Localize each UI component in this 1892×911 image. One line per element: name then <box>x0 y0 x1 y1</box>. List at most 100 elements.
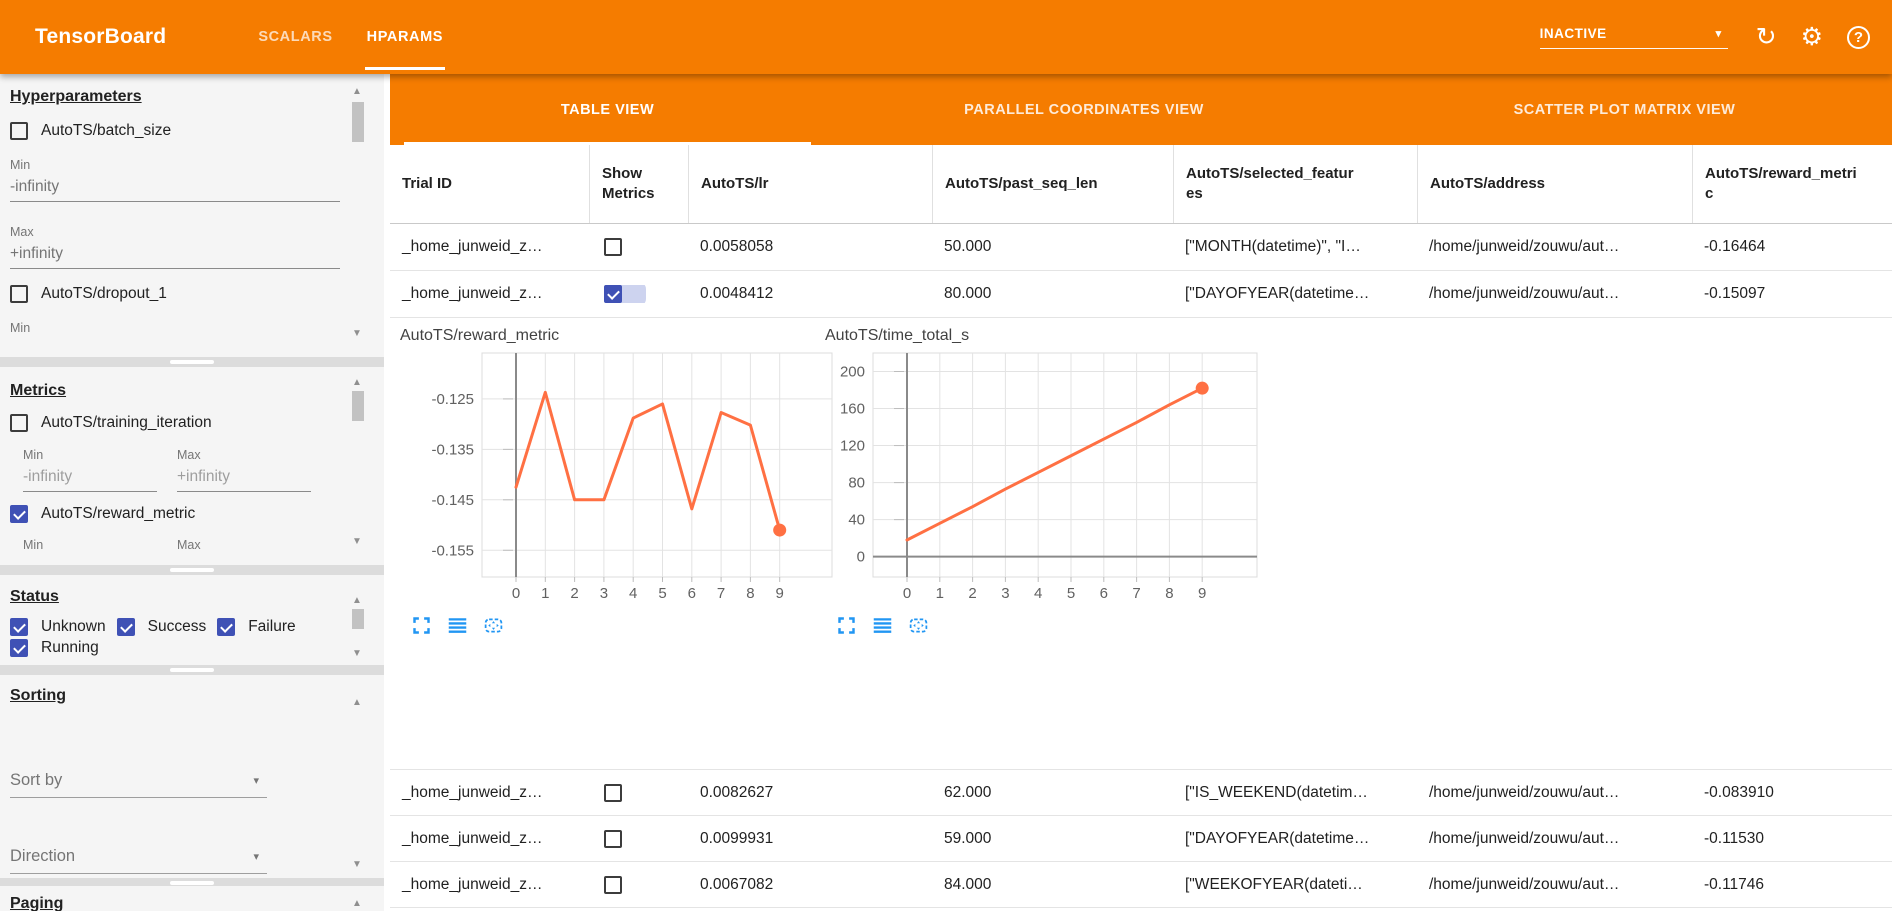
panel-resize-divider[interactable] <box>0 565 384 575</box>
dropdown-caret-icon: ▾ <box>253 850 259 863</box>
cell-trial-id: _home_junweid_z… <box>390 876 589 894</box>
panel-resize-divider[interactable] <box>0 878 384 886</box>
cell-selected-features: ["WEEKOFYEAR(dateti… <box>1173 876 1417 894</box>
svg-text:7: 7 <box>717 585 725 602</box>
min-input[interactable]: -infinity <box>23 468 157 492</box>
help-icon[interactable]: ? <box>1847 26 1870 49</box>
checkbox[interactable] <box>10 639 28 657</box>
col-header-address[interactable]: AutoTS/address <box>1417 145 1692 223</box>
section-scrollbar: ▲ ▼ <box>350 74 366 357</box>
checkbox[interactable] <box>217 618 235 636</box>
svg-text:5: 5 <box>1067 585 1075 602</box>
settings-gear-icon[interactable]: ⚙ <box>1801 25 1823 50</box>
fullscreen-icon[interactable] <box>411 615 432 636</box>
show-metrics-checkbox[interactable] <box>604 784 622 802</box>
scroll-thumb[interactable] <box>352 391 364 421</box>
section-sorting: Sorting Sort by ▾ Direction ▾ ▲ ▼ <box>0 675 384 878</box>
show-metrics-checkbox[interactable] <box>604 285 622 303</box>
show-metrics-cell <box>589 830 688 848</box>
run-status-dropdown[interactable]: INACTIVE ▾ <box>1540 26 1728 49</box>
svg-text:3: 3 <box>1001 585 1009 602</box>
scroll-down-icon[interactable]: ▼ <box>352 328 362 339</box>
panel-resize-divider[interactable] <box>0 357 384 367</box>
svg-text:3: 3 <box>600 585 608 602</box>
hyperparameters-heading: Hyperparameters <box>10 88 384 106</box>
tab-hparams[interactable]: HPARAMS <box>350 0 460 74</box>
show-metrics-checkbox[interactable] <box>604 830 622 848</box>
panel-resize-divider[interactable] <box>0 665 384 675</box>
line-chart-svg[interactable]: 200160120804000123456789 <box>815 349 1263 603</box>
cell-lr: 0.0082627 <box>688 784 932 802</box>
scroll-up-icon[interactable]: ▲ <box>352 697 362 708</box>
chart-controls <box>815 615 1270 636</box>
tab-table-view[interactable]: TABLE VIEW <box>404 74 811 145</box>
cell-address: /home/junweid/zouwu/aut… <box>1417 238 1692 256</box>
show-metrics-checkbox[interactable] <box>604 876 622 894</box>
cell-reward-metric: -0.15097 <box>1692 285 1892 303</box>
max-input[interactable]: +infinity <box>10 245 340 269</box>
cell-past-seq-len: 50.000 <box>932 238 1173 256</box>
toolbar-right: INACTIVE ▾ ↻ ⚙ ? <box>1540 25 1882 50</box>
refresh-icon[interactable]: ↻ <box>1756 25 1777 50</box>
show-metrics-checkbox[interactable] <box>604 238 622 256</box>
log-axis-lines-icon[interactable] <box>447 615 468 636</box>
col-header-selected-features[interactable]: AutoTS/selected_features <box>1173 145 1417 223</box>
show-metrics-cell <box>589 285 688 303</box>
cell-lr: 0.0058058 <box>688 238 932 256</box>
cell-trial-id: _home_junweid_z… <box>390 238 589 256</box>
log-axis-lines-icon[interactable] <box>872 615 893 636</box>
chart-plot-area[interactable]: -0.125-0.135-0.145-0.1550123456789 <box>390 349 845 608</box>
sort-by-dropdown[interactable]: Sort by ▾ <box>10 771 267 798</box>
reset-zoom-icon[interactable] <box>908 615 929 636</box>
scroll-down-icon[interactable]: ▼ <box>352 859 362 870</box>
checkbox[interactable] <box>10 414 28 432</box>
svg-text:160: 160 <box>840 401 865 418</box>
col-header-trial-id[interactable]: Trial ID <box>390 145 589 223</box>
tab-scatter-plot-matrix-view[interactable]: SCATTER PLOT MATRIX VIEW <box>1357 74 1892 145</box>
table-row: _home_junweid_z…0.009993159.000["DAYOFYE… <box>390 816 1892 862</box>
svg-text:7: 7 <box>1132 585 1140 602</box>
col-header-reward-metric[interactable]: AutoTS/reward_metric <box>1692 145 1892 223</box>
svg-text:0: 0 <box>857 549 865 566</box>
checkbox[interactable] <box>10 285 28 303</box>
max-input[interactable]: +infinity <box>177 468 311 492</box>
checkbox[interactable] <box>10 122 28 140</box>
min-input[interactable]: -infinity <box>10 178 340 202</box>
chart-plot-area[interactable]: 200160120804000123456789 <box>815 349 1270 608</box>
svg-text:40: 40 <box>848 512 865 529</box>
tab-parallel-coordinates-view[interactable]: PARALLEL COORDINATES VIEW <box>811 74 1357 145</box>
direction-dropdown[interactable]: Direction ▾ <box>10 847 267 874</box>
checkbox[interactable] <box>10 505 28 523</box>
fullscreen-icon[interactable] <box>836 615 857 636</box>
checkbox[interactable] <box>117 618 135 636</box>
svg-text:6: 6 <box>688 585 696 602</box>
line-chart-svg[interactable]: -0.125-0.135-0.145-0.1550123456789 <box>390 349 838 603</box>
plugin-tabs: SCALARS HPARAMS <box>241 0 460 74</box>
col-header-show-metrics[interactable]: Show Metrics <box>589 145 688 223</box>
reset-zoom-icon[interactable] <box>483 615 504 636</box>
svg-text:4: 4 <box>629 585 637 602</box>
svg-text:9: 9 <box>1198 585 1206 602</box>
svg-text:2: 2 <box>968 585 976 602</box>
col-header-past-seq-len[interactable]: AutoTS/past_seq_len <box>932 145 1173 223</box>
scroll-up-icon[interactable]: ▲ <box>352 898 362 909</box>
scroll-down-icon[interactable]: ▼ <box>352 648 362 659</box>
tab-scalars[interactable]: SCALARS <box>241 0 349 74</box>
svg-text:1: 1 <box>541 585 549 602</box>
cell-past-seq-len: 80.000 <box>932 285 1173 303</box>
scroll-up-icon[interactable]: ▲ <box>352 377 362 388</box>
scroll-up-icon[interactable]: ▲ <box>352 86 362 97</box>
svg-text:5: 5 <box>658 585 666 602</box>
table-header: Trial ID Show Metrics AutoTS/lr AutoTS/p… <box>390 145 1892 224</box>
col-header-lr[interactable]: AutoTS/lr <box>688 145 932 223</box>
table-row: _home_junweid_z…0.005805850.000["MONTH(d… <box>390 224 1892 271</box>
scroll-thumb[interactable] <box>352 102 364 142</box>
scroll-thumb[interactable] <box>352 609 364 629</box>
checkbox[interactable] <box>10 618 28 636</box>
cell-address: /home/junweid/zouwu/aut… <box>1417 876 1692 894</box>
svg-text:8: 8 <box>1165 585 1173 602</box>
cell-reward-metric: -0.16464 <box>1692 238 1892 256</box>
view-tabs: TABLE VIEW PARALLEL COORDINATES VIEW SCA… <box>390 74 1892 145</box>
scroll-up-icon[interactable]: ▲ <box>352 595 362 606</box>
scroll-down-icon[interactable]: ▼ <box>352 536 362 547</box>
